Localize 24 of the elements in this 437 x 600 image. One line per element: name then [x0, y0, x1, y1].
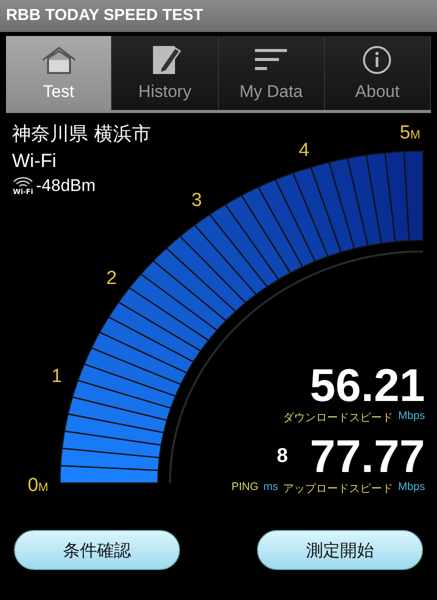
download-label: ダウンロードスピード — [283, 411, 394, 425]
upload-label: アップロードスピード — [283, 482, 394, 496]
upload-speed: 77.77 — [310, 431, 425, 481]
window-title: RBB TODAY SPEED TEST — [6, 7, 204, 25]
unit-label: Mbps — [398, 481, 425, 495]
scale-label: 3 — [191, 190, 202, 211]
scale-label: 1 — [52, 366, 62, 388]
ping-value: 8 — [276, 444, 288, 468]
location-text: 神奈川県 横浜市 — [12, 122, 152, 147]
network-type: Wi-Fi — [12, 150, 56, 174]
action-button[interactable]: 測定開始 — [257, 530, 423, 570]
scale-label: 0M — [28, 475, 48, 496]
scale-label: 4 — [298, 140, 310, 161]
unit-label: ms — [263, 481, 278, 495]
ping-label: PING — [232, 481, 258, 495]
tab[interactable]: About — [324, 36, 431, 110]
signal-strength: -48dBm — [36, 176, 96, 196]
scale-label: 5M — [400, 122, 420, 144]
tab[interactable]: My Data — [218, 36, 325, 110]
tab[interactable]: History — [112, 36, 218, 110]
scale-label: 2 — [106, 268, 117, 289]
action-button[interactable]: 条件確認 — [14, 530, 180, 570]
unit-label: Mbps — [398, 410, 425, 424]
download-speed: 56.21 — [310, 360, 425, 410]
